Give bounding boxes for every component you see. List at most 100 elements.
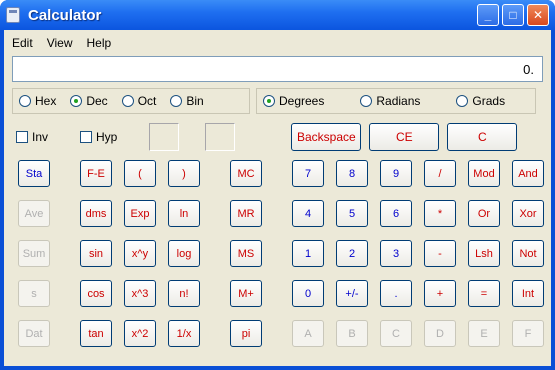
options-row: Hex Dec Oct Bin Degrees Radians Grads: [12, 88, 543, 114]
digit-8-button[interactable]: 8: [336, 160, 368, 187]
digit-1-button[interactable]: 1: [292, 240, 324, 267]
ave-button[interactable]: Ave: [18, 200, 50, 227]
multiply-button[interactable]: *: [424, 200, 456, 227]
radio-dec-label: Dec: [86, 94, 108, 108]
mod-button[interactable]: Mod: [468, 160, 500, 187]
decimal-button[interactable]: .: [380, 280, 412, 307]
menu-help[interactable]: Help: [86, 36, 111, 50]
menu-bar: Edit View Help: [12, 32, 543, 56]
and-button[interactable]: And: [512, 160, 544, 187]
radio-dec[interactable]: Dec: [70, 94, 108, 108]
maximize-button[interactable]: □: [502, 4, 524, 26]
add-button[interactable]: +: [424, 280, 456, 307]
window-title: Calculator: [28, 6, 102, 24]
radio-radians[interactable]: Radians: [360, 94, 420, 108]
not-button[interactable]: Not: [512, 240, 544, 267]
radio-oct-indicator: [121, 95, 134, 107]
log-button[interactable]: log: [168, 240, 200, 267]
radio-oct[interactable]: Oct: [121, 94, 157, 108]
menu-edit[interactable]: Edit: [12, 36, 33, 50]
hex-b-button[interactable]: B: [336, 320, 368, 347]
cos-button[interactable]: cos: [80, 280, 112, 307]
digit-9-button[interactable]: 9: [380, 160, 412, 187]
ms-button[interactable]: MS: [230, 240, 262, 267]
hex-a-button[interactable]: A: [292, 320, 324, 347]
result-display[interactable]: 0.: [12, 56, 543, 82]
backspace-button[interactable]: Backspace: [291, 123, 362, 151]
dms-button[interactable]: dms: [80, 200, 112, 227]
radio-hex-label: Hex: [35, 94, 57, 108]
checkbox-hyp-label: Hyp: [96, 130, 118, 144]
radio-dec-indicator: [70, 95, 83, 107]
hex-f-button[interactable]: F: [512, 320, 544, 347]
digit-7-button[interactable]: 7: [292, 160, 324, 187]
close-paren-button[interactable]: ): [168, 160, 200, 187]
sum-button[interactable]: Sum: [18, 240, 50, 267]
radio-bin-label: Bin: [186, 94, 204, 108]
divide-button[interactable]: /: [424, 160, 456, 187]
xor-button[interactable]: Xor: [512, 200, 544, 227]
radio-grads[interactable]: Grads: [456, 94, 505, 108]
checkbox-inv-label: Inv: [32, 130, 49, 144]
sin-button[interactable]: sin: [80, 240, 112, 267]
radio-oct-label: Oct: [137, 94, 157, 108]
hex-c-button[interactable]: C: [380, 320, 412, 347]
radio-degrees-label: Degrees: [279, 94, 325, 108]
s-button[interactable]: s: [18, 280, 50, 307]
checkbox-hyp[interactable]: Hyp: [80, 130, 117, 144]
x-cubed-button[interactable]: x^3: [124, 280, 156, 307]
tan-button[interactable]: tan: [80, 320, 112, 347]
subtract-button[interactable]: -: [424, 240, 456, 267]
radio-radians-label: Radians: [376, 94, 421, 108]
digit-5-button[interactable]: 5: [336, 200, 368, 227]
mc-button[interactable]: MC: [230, 160, 262, 187]
radio-bin-indicator: [170, 95, 183, 107]
digit-0-button[interactable]: 0: [292, 280, 324, 307]
equals-button[interactable]: =: [468, 280, 500, 307]
factorial-button[interactable]: n!: [168, 280, 200, 307]
hex-e-button[interactable]: E: [468, 320, 500, 347]
fe-button[interactable]: F-E: [80, 160, 112, 187]
function-row: Inv Hyp Backspace CE C: [12, 122, 543, 152]
memory-indicator: [205, 123, 236, 151]
open-paren-button[interactable]: (: [124, 160, 156, 187]
digit-2-button[interactable]: 2: [336, 240, 368, 267]
x-squared-button[interactable]: x^2: [124, 320, 156, 347]
negate-button[interactable]: +/-: [336, 280, 368, 307]
digit-4-button[interactable]: 4: [292, 200, 324, 227]
close-button[interactable]: ✕: [527, 4, 549, 26]
pi-button[interactable]: pi: [230, 320, 262, 347]
x-pow-y-button[interactable]: x^y: [124, 240, 156, 267]
digit-6-button[interactable]: 6: [380, 200, 412, 227]
radio-radians-indicator: [360, 95, 373, 107]
radio-bin[interactable]: Bin: [170, 94, 204, 108]
minimize-button[interactable]: _: [477, 4, 499, 26]
ln-button[interactable]: ln: [168, 200, 200, 227]
radio-hex-indicator: [19, 95, 31, 107]
sta-button[interactable]: Sta: [18, 160, 50, 187]
menu-view[interactable]: View: [47, 36, 73, 50]
lsh-button[interactable]: Lsh: [468, 240, 500, 267]
radio-degrees-indicator: [263, 95, 275, 107]
checkbox-inv-box: [16, 131, 28, 143]
int-button[interactable]: Int: [512, 280, 544, 307]
checkbox-inv[interactable]: Inv: [16, 130, 48, 144]
mr-button[interactable]: MR: [230, 200, 262, 227]
title-bar[interactable]: Calculator _ □ ✕: [0, 0, 555, 30]
calculator-body: Edit View Help 0. Hex Dec Oct Bin Degree…: [4, 30, 551, 366]
angle-unit-group: Degrees Radians Grads: [256, 88, 536, 114]
clear-entry-button[interactable]: CE: [369, 123, 440, 151]
radio-hex[interactable]: Hex: [19, 94, 56, 108]
hex-d-button[interactable]: D: [424, 320, 456, 347]
exp-button[interactable]: Exp: [124, 200, 156, 227]
reciprocal-button[interactable]: 1/x: [168, 320, 200, 347]
digit-3-button[interactable]: 3: [380, 240, 412, 267]
number-base-group: Hex Dec Oct Bin: [12, 88, 250, 114]
dat-button[interactable]: Dat: [18, 320, 50, 347]
calculator-app-icon: [6, 7, 20, 23]
m-plus-button[interactable]: M+: [230, 280, 262, 307]
clear-button[interactable]: C: [447, 123, 518, 151]
or-button[interactable]: Or: [468, 200, 500, 227]
radio-degrees[interactable]: Degrees: [263, 94, 324, 108]
radio-grads-indicator: [456, 95, 469, 107]
